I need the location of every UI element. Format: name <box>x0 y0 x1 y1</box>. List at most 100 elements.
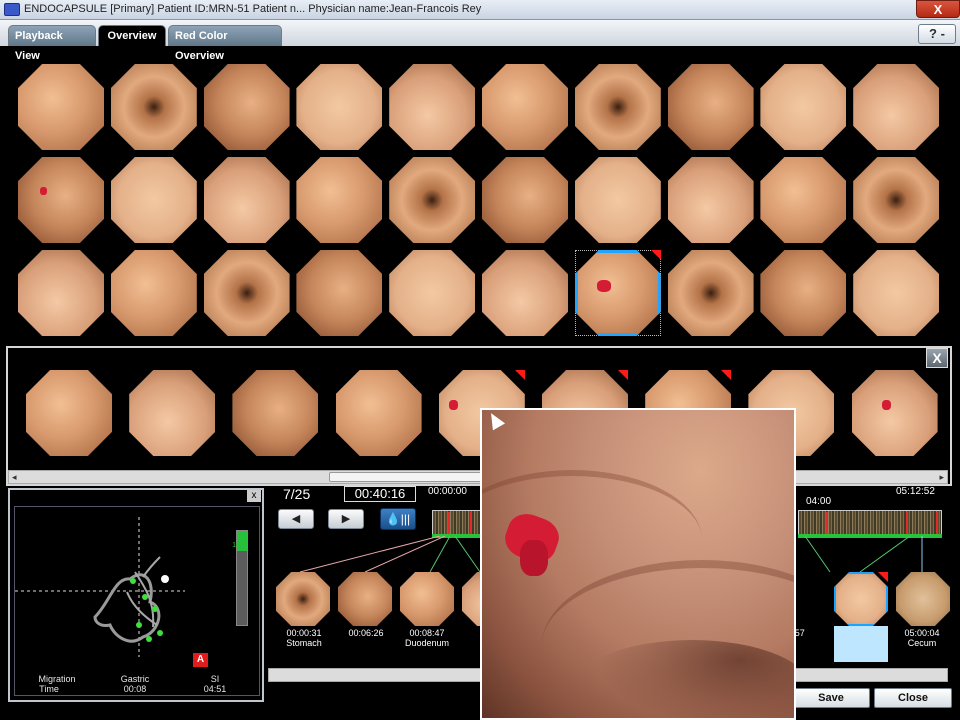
endoscopy-thumbnail[interactable] <box>574 157 661 243</box>
trajectory-point <box>157 630 163 636</box>
trajectory-path <box>93 573 161 643</box>
title-bar: ENDOCAPSULE [Primary] Patient ID:MRN-51 … <box>0 0 960 20</box>
current-time-display: 00:40:16 <box>344 486 416 502</box>
close-button[interactable]: Close <box>874 688 952 708</box>
strip-thumbnail[interactable] <box>26 370 112 456</box>
signal-scale-label: 100 <box>232 542 244 549</box>
scroll-left-icon[interactable]: ◂ <box>12 471 17 483</box>
endoscopy-thumbnail[interactable] <box>296 157 383 243</box>
strip-thumbnail[interactable] <box>851 370 938 456</box>
help-button[interactable]: ? - <box>918 24 956 44</box>
endoscopy-thumbnail[interactable] <box>574 64 661 150</box>
map-close-button[interactable]: x <box>247 490 261 502</box>
timeline-red-mark <box>448 512 450 534</box>
landmark-time: 00:00:31 <box>286 628 322 638</box>
window-close-button[interactable]: X <box>916 0 960 18</box>
strip-thumbnail[interactable] <box>232 370 319 456</box>
endoscopy-thumbnail[interactable] <box>482 64 568 150</box>
selected-thumbnail-frame <box>575 250 661 336</box>
endoscopy-thumbnail[interactable] <box>389 64 476 150</box>
landmark-name: Cecum <box>907 638 937 648</box>
tab-red-color-overview[interactable]: Red Color Overview <box>168 25 282 62</box>
landmark-name: Stomach <box>286 638 322 648</box>
landmark-thumb-cecum[interactable] <box>896 572 950 626</box>
thumbnail-grid <box>14 64 944 342</box>
endoscopy-thumbnail[interactable] <box>853 64 940 150</box>
landmark-time: 00:06:26 <box>348 628 384 638</box>
endocapsule-window: ENDOCAPSULE [Primary] Patient ID:MRN-51 … <box>0 0 960 720</box>
endoscopy-thumbnail[interactable] <box>482 250 568 336</box>
landmark-time: 05:00:04 <box>904 628 940 638</box>
endoscopy-thumbnail[interactable] <box>760 250 847 336</box>
red-flag-icon <box>878 572 888 582</box>
marker-a-badge[interactable]: A <box>193 653 208 667</box>
endoscopy-thumbnail[interactable] <box>389 250 476 336</box>
timeline-mid-time: 04:00 <box>806 496 832 507</box>
endoscopy-thumbnail[interactable] <box>296 250 383 336</box>
endoscopy-thumbnail[interactable] <box>667 250 754 336</box>
si-time: 04:51 <box>203 684 227 694</box>
endoscopy-thumbnail[interactable] <box>760 157 847 243</box>
landmark-connector-lines-right <box>804 536 923 573</box>
trajectory-path-2 <box>126 556 161 628</box>
endoscopy-thumbnail[interactable] <box>18 250 104 336</box>
gastric-time: 00:08 <box>123 684 147 694</box>
endoscopy-thumbnail[interactable] <box>110 157 197 243</box>
endoscopy-thumbnail[interactable] <box>110 64 197 150</box>
landmark-name: Duodenum <box>404 638 450 648</box>
landmark-thumb-duodenum[interactable] <box>400 572 454 626</box>
endoscopy-thumbnail[interactable] <box>760 64 847 150</box>
frame-counter: 7/25 <box>283 486 311 502</box>
timeline-start-time: 00:00:00 <box>428 486 467 497</box>
bleeding-lesion <box>520 540 548 576</box>
next-button[interactable]: ▶ <box>328 509 364 529</box>
endoscopy-thumbnail[interactable] <box>296 64 383 150</box>
red-flag-icon <box>721 370 732 380</box>
endoscopy-thumbnail[interactable] <box>203 64 290 150</box>
trajectory-point <box>136 622 142 628</box>
bleeding-spot <box>881 400 891 410</box>
window-title: ENDOCAPSULE [Primary] Patient ID:MRN-51 … <box>24 3 482 15</box>
endoscopy-thumbnail[interactable] <box>853 157 940 243</box>
endoscopy-thumbnail[interactable] <box>110 250 197 336</box>
timeline-red-mark <box>906 512 908 534</box>
enlarged-frame-preview <box>480 408 796 720</box>
trajectory-point <box>142 594 148 600</box>
tab-overview[interactable]: Overview <box>98 25 166 46</box>
legend-migration-label: Migration <box>38 674 76 684</box>
bleeding-spot <box>448 400 458 410</box>
timeline-red-mark <box>826 512 828 534</box>
endoscopy-thumbnail[interactable] <box>203 250 290 336</box>
previous-button[interactable]: ◀ <box>278 509 314 529</box>
landmark-time: 00:08:47 <box>409 628 445 638</box>
strip-close-button[interactable]: X <box>926 348 948 368</box>
endoscopy-thumbnail[interactable] <box>482 157 568 243</box>
strip-thumbnail[interactable] <box>129 370 216 456</box>
red-flag-icon <box>650 250 661 260</box>
tab-playback-view[interactable]: Playback View <box>8 25 96 62</box>
endoscopy-thumbnail[interactable] <box>667 64 754 150</box>
endoscopy-thumbnail[interactable] <box>389 157 476 243</box>
save-button[interactable]: Save <box>792 688 870 708</box>
endoscopy-thumbnail[interactable] <box>853 250 940 336</box>
landmark-thumb-stomach[interactable] <box>276 572 330 626</box>
trajectory-point <box>152 606 158 612</box>
landmark-thumb[interactable] <box>338 572 392 626</box>
strip-thumbnail[interactable] <box>335 370 422 456</box>
endoscopy-thumbnail[interactable] <box>667 157 754 243</box>
scroll-right-icon[interactable]: ▸ <box>939 471 944 483</box>
trajectory-svg <box>15 517 185 657</box>
strip-scrollbar[interactable]: ◂ ▸ <box>8 470 948 484</box>
app-icon <box>4 3 20 16</box>
gastric-label: Gastric <box>120 674 150 684</box>
capsule-position-marker <box>161 575 169 583</box>
endoscopy-thumbnail[interactable] <box>18 64 104 150</box>
legend-time-label: Time <box>39 684 59 694</box>
trajectory-point <box>146 636 152 642</box>
timeline-red-mark <box>936 512 938 534</box>
trajectory-point <box>130 578 136 584</box>
endoscopy-thumbnail[interactable] <box>18 157 104 243</box>
water-filter-button[interactable]: 💧||| <box>380 508 416 530</box>
si-label: SI <box>210 674 220 684</box>
endoscopy-thumbnail[interactable] <box>203 157 290 243</box>
